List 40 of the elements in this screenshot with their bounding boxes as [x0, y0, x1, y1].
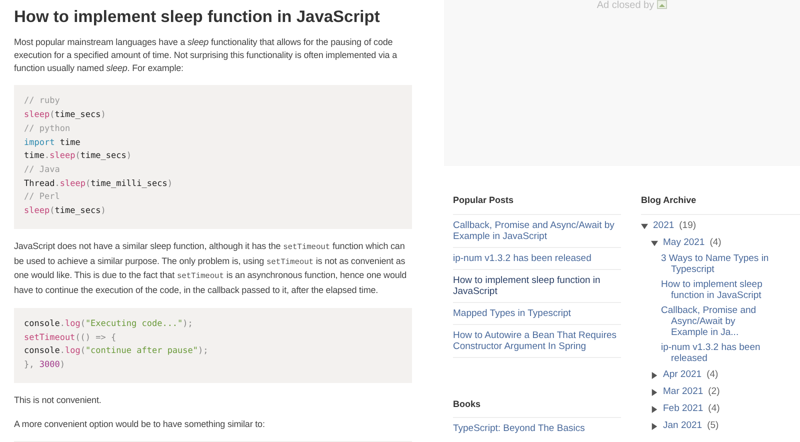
ad-closed-text: Ad closed by	[596, 0, 654, 11]
paragraph: JavaScript does not have a similar sleep function, although it has the setTimeout function which can be used to achieve a similar purpose. The only problem is, using setTimeout is not as convenient as one would like. This is due to the fact that setTimeout is an asynchronous function, hence one would have to continue the execution of the code, in the callback passed to it, after the elapsed time.	[14, 240, 408, 297]
post-count: (4)	[708, 402, 720, 414]
popular-posts-heading: Popular Posts	[453, 194, 621, 214]
collapse-triangle-icon[interactable]	[641, 222, 648, 230]
code-text: // ruby sleep(time_secs) // python import time time.sleep(time_secs) // Java Thread.sleep(time_milli_secs) // Perl sleep(time_secs)	[24, 95, 174, 218]
archive-month-link[interactable]: Apr 2021	[663, 368, 702, 380]
code-text: console.log("Executing code..."); setTimeout(() => { console.log("continue after pause"); }, 3000)	[24, 318, 210, 372]
archive-month-link[interactable]: May 2021	[663, 236, 705, 248]
archive-month-link[interactable]: Mar 2021	[663, 386, 704, 398]
archive-post-link[interactable]: ip-num v1.3.2 has been released	[661, 342, 773, 364]
archive-post-link[interactable]: How to implement sleep function in JavaScript	[661, 278, 773, 300]
post-link[interactable]: How to Autowire a Bean That Requires Constructor Argument In Spring	[453, 330, 617, 352]
books-heading: Books	[453, 398, 621, 418]
book-link[interactable]: TypeScript: Beyond The Basics	[453, 418, 621, 439]
post-title: How to implement sleep function in JavaScript	[14, 7, 381, 28]
post-count: (5)	[707, 420, 719, 432]
archive-post-link[interactable]: Callback, Promise and Async/Await by Example in Ja...	[661, 304, 773, 338]
expand-triangle-icon[interactable]	[651, 372, 658, 378]
post-count: (4)	[710, 236, 722, 248]
post-link[interactable]: How to implement sleep function in JavaScript	[453, 274, 617, 296]
post-count: (4)	[706, 368, 718, 380]
expand-triangle-icon[interactable]	[651, 388, 658, 396]
expand-triangle-icon[interactable]	[651, 422, 658, 430]
archive-month-link[interactable]: Feb 2021	[663, 402, 704, 414]
archive-month-link[interactable]: Jan 2021	[663, 420, 702, 432]
blog-archive-heading: Blog Archive	[641, 194, 800, 214]
archive-year-link[interactable]: 2021	[653, 220, 674, 232]
post-link[interactable]: Mapped Types in Typescript	[453, 308, 617, 318]
archive-post-link[interactable]: 3 Ways to Name Types in Typescript	[661, 252, 773, 274]
post-count: (2)	[708, 386, 720, 398]
paragraph: Most popular mainstream languages have a sleep functionality that allows for the pausing of code execution for a specified amount of time. Not surprising this functionality is often implemented via a function usually named sleep. For example:	[14, 36, 398, 74]
broken-image-icon	[657, 0, 668, 9]
post-link[interactable]: ip-num v1.3.2 has been released	[453, 252, 617, 264]
post-count: (19)	[679, 220, 696, 232]
paragraph: A more convenient option would be to have something similar to:	[14, 418, 266, 430]
expand-triangle-icon[interactable]	[651, 406, 658, 412]
collapse-triangle-icon[interactable]	[651, 240, 658, 246]
paragraph: This is not convenient.	[14, 394, 102, 407]
post-link[interactable]: Callback, Promise and Async/Await by Example in JavaScript	[453, 220, 617, 242]
